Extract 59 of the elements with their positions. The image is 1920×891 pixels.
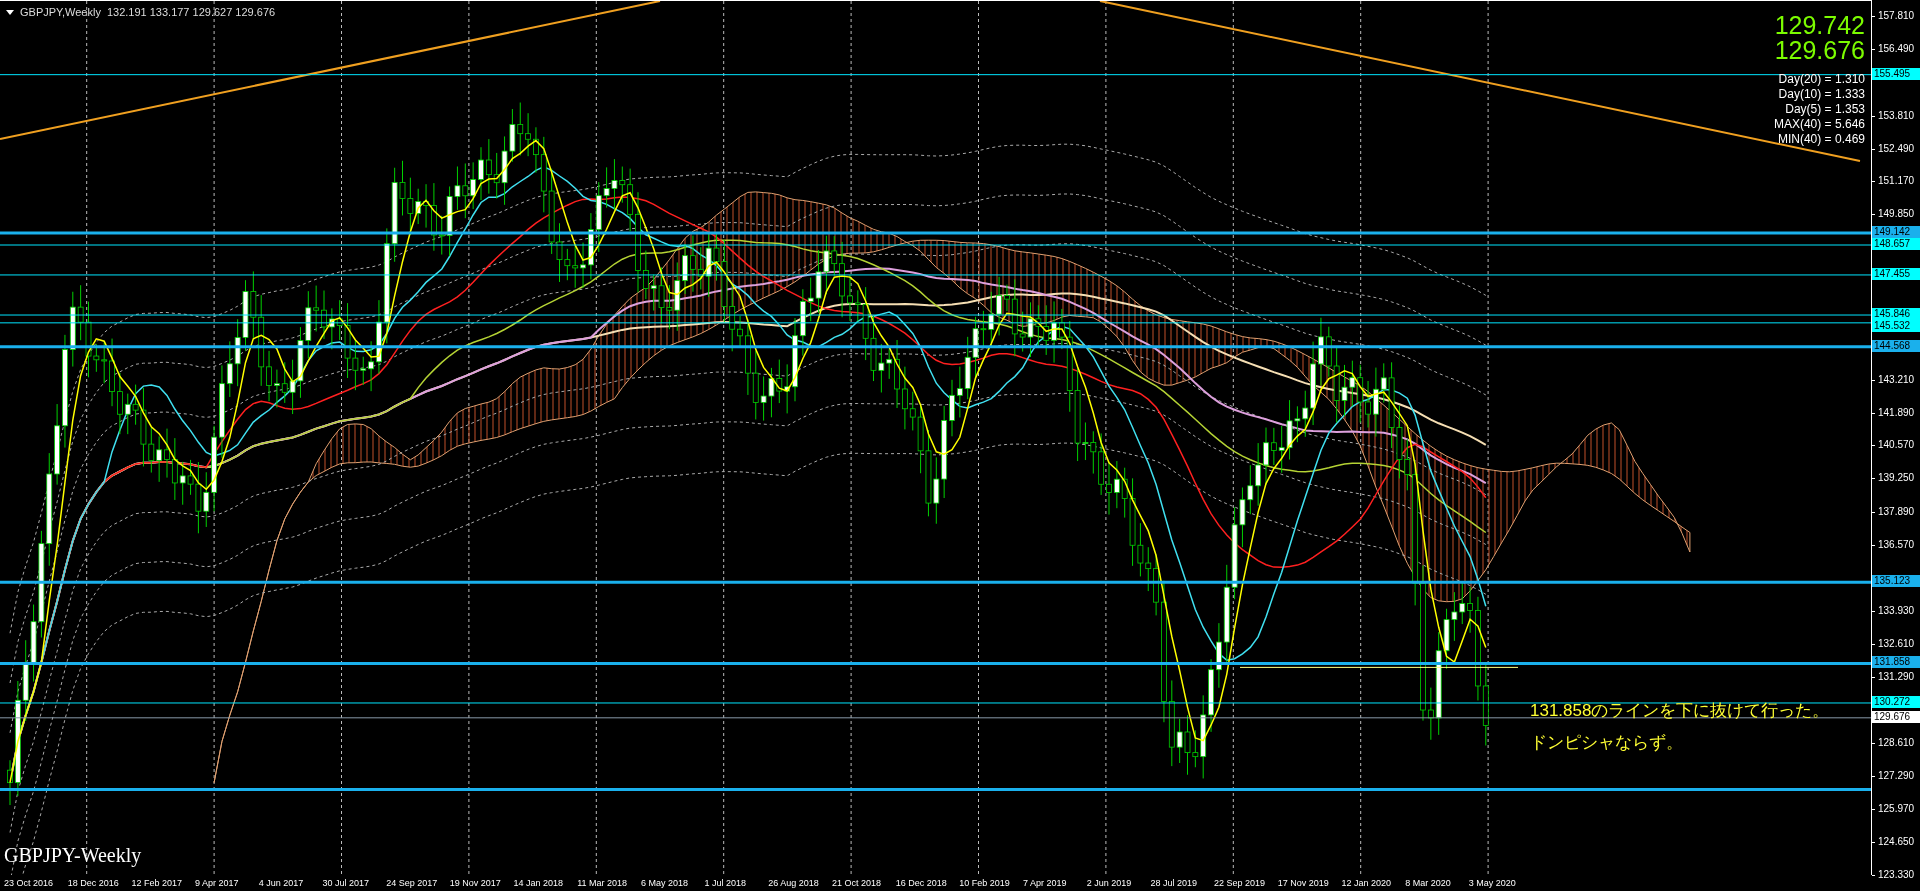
price-tick: 141.890 <box>1872 406 1915 419</box>
time-tick: 28 Jul 2019 <box>1150 877 1198 890</box>
price-tick: 152.490 <box>1872 142 1915 155</box>
annotation-text: 131.858のラインを下に抜けて行った。 <box>1530 701 1830 721</box>
time-tick: 23 Oct 2016 <box>4 877 55 890</box>
price-tick: 153.810 <box>1872 109 1915 122</box>
ohlc-values: 132.191 133.177 129.627 129.676 <box>106 6 276 18</box>
time-tick: 1 Jul 2018 <box>704 877 748 890</box>
price-tick: 123.330 <box>1872 868 1915 881</box>
time-tick: 10 Feb 2019 <box>959 877 1011 890</box>
annotation-text: ドンピシャならず。 <box>1530 733 1684 753</box>
time-tick: 12 Jan 2020 <box>1341 877 1392 890</box>
time-tick: 9 Apr 2017 <box>195 877 240 890</box>
price-line-label: 131.858 <box>1872 656 1920 669</box>
time-tick: 2 Jun 2019 <box>1086 877 1133 890</box>
range-stat: Day(10) = 1.333 <box>1778 87 1865 102</box>
price-line-label: 149.142 <box>1872 225 1920 238</box>
time-tick: 22 Sep 2019 <box>1214 877 1267 890</box>
time-tick: 6 May 2018 <box>640 877 689 890</box>
price-tick: 133.930 <box>1872 604 1915 617</box>
time-tick: 30 Jul 2017 <box>322 877 370 890</box>
price-line-label: 147.455 <box>1872 267 1920 280</box>
price-line-label: 130.272 <box>1872 695 1920 708</box>
time-tick: 3 May 2020 <box>1468 877 1517 890</box>
time-tick: 4 Jun 2017 <box>258 877 305 890</box>
price-line-label: 145.532 <box>1872 320 1920 332</box>
time-tick: 24 Sep 2017 <box>386 877 439 890</box>
price-line-label: 144.568 <box>1872 339 1920 352</box>
price-line-label: 135.123 <box>1872 575 1920 588</box>
price-line-label: 155.495 <box>1872 67 1920 80</box>
symbol-title: GBPJPY,Weekly <box>20 6 101 18</box>
chart-label: GBPJPY-Weekly <box>4 844 142 867</box>
time-tick: 12 Feb 2017 <box>131 877 183 890</box>
price-tick: 124.650 <box>1872 836 1915 848</box>
price-quote: 129.742 <box>1774 13 1865 38</box>
time-tick: 21 Oct 2018 <box>831 877 882 890</box>
time-tick: 7 Apr 2019 <box>1023 877 1068 890</box>
price-line-label: 129.676 <box>1872 710 1920 723</box>
time-tick: 11 Mar 2018 <box>577 877 629 890</box>
range-stat: Day(20) = 1.310 <box>1778 72 1865 87</box>
price-tick: 157.810 <box>1872 10 1915 22</box>
price-line-label: 148.657 <box>1872 238 1920 250</box>
dropdown-triangle-icon[interactable] <box>6 9 14 15</box>
price-tick: 156.490 <box>1872 42 1915 55</box>
price-line-label: 145.846 <box>1872 308 1920 320</box>
price-tick: 143.210 <box>1872 373 1915 386</box>
time-tick: 14 Jan 2018 <box>513 877 565 890</box>
range-stat: MIN(40) = 0.469 <box>1777 132 1865 147</box>
time-tick: 19 Nov 2017 <box>449 877 502 890</box>
time-tick: 16 Dec 2018 <box>895 877 948 890</box>
time-tick: 18 Dec 2016 <box>67 877 120 890</box>
price-tick: 132.610 <box>1872 637 1915 650</box>
price-quote: 129.676 <box>1774 38 1865 63</box>
time-tick: 17 Nov 2019 <box>1277 877 1330 890</box>
time-tick: 26 Aug 2018 <box>768 877 820 890</box>
price-tick: 131.290 <box>1872 670 1915 683</box>
time-tick: 8 Mar 2020 <box>1405 877 1452 890</box>
range-stat: Day(5) = 1.353 <box>1785 102 1865 117</box>
range-stat: MAX(40) = 5.646 <box>1773 117 1865 132</box>
